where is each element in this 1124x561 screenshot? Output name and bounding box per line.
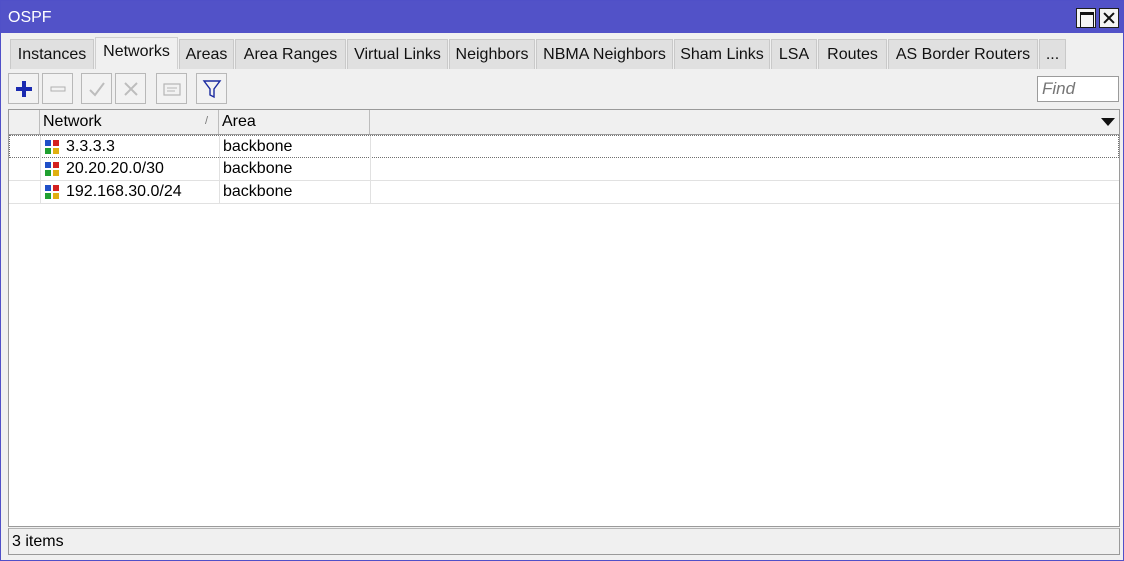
item-count: 3 items (12, 533, 64, 550)
column-header-network[interactable]: Network (40, 110, 219, 134)
ospf-window: OSPF Instances Networks Areas Area Range… (0, 0, 1124, 561)
tab-neighbors[interactable]: Neighbors (449, 39, 535, 69)
x-icon (124, 82, 138, 96)
tab-networks[interactable]: Networks (95, 37, 178, 69)
tab-areas[interactable]: Areas (179, 39, 234, 69)
tab-area-ranges[interactable]: Area Ranges (235, 39, 346, 69)
tab-more[interactable]: ... (1039, 39, 1066, 69)
tab-sham-links[interactable]: Sham Links (674, 39, 770, 69)
tab-routes[interactable]: Routes (818, 39, 887, 69)
network-cell: 20.20.20.0/30 (66, 160, 164, 177)
add-button[interactable] (8, 73, 39, 104)
area-cell: backbone (223, 160, 293, 177)
status-bar: 3 items (8, 528, 1120, 555)
table-row[interactable]: 20.20.20.0/30 backbone (9, 158, 1119, 181)
window-title: OSPF (8, 9, 52, 26)
column-header-marker[interactable] (9, 110, 40, 134)
tab-as-border-routers[interactable]: AS Border Routers (888, 39, 1038, 69)
column-header-area[interactable]: Area (219, 110, 370, 134)
minus-icon (50, 86, 66, 92)
column-menu-icon[interactable] (1101, 118, 1115, 126)
network-cell: 192.168.30.0/24 (66, 183, 182, 200)
tab-virtual-links[interactable]: Virtual Links (347, 39, 448, 69)
remove-button[interactable] (42, 73, 73, 104)
maximize-icon[interactable] (1076, 8, 1096, 28)
close-icon[interactable] (1099, 8, 1119, 28)
comment-button[interactable] (156, 73, 187, 104)
disable-button[interactable] (115, 73, 146, 104)
find-input[interactable] (1037, 76, 1119, 102)
enable-button[interactable] (81, 73, 112, 104)
network-icon (45, 162, 60, 176)
area-cell: backbone (223, 183, 293, 200)
column-header-network-label: Network (43, 113, 102, 130)
tab-lsa[interactable]: LSA (771, 39, 817, 69)
table-header: Network / Area (9, 110, 1119, 135)
network-cell: 3.3.3.3 (66, 138, 115, 155)
check-icon (89, 82, 105, 97)
filter-icon (202, 80, 222, 99)
tab-instances[interactable]: Instances (10, 39, 94, 69)
title-bar[interactable]: OSPF (1, 1, 1123, 33)
comment-icon (163, 83, 181, 96)
network-icon (45, 185, 60, 199)
sort-indicator-icon: / (205, 115, 209, 127)
networks-table: Network / Area 3.3.3.3 backbone 20.20.20… (8, 109, 1120, 527)
filter-button[interactable] (196, 73, 227, 104)
table-row[interactable]: 192.168.30.0/24 backbone (9, 181, 1119, 204)
area-cell: backbone (223, 138, 293, 155)
plus-icon (16, 81, 32, 97)
network-icon (45, 140, 60, 154)
column-header-area-label: Area (222, 113, 256, 130)
tab-nbma-neighbors[interactable]: NBMA Neighbors (536, 39, 673, 69)
table-row[interactable]: 3.3.3.3 backbone (9, 135, 1119, 158)
